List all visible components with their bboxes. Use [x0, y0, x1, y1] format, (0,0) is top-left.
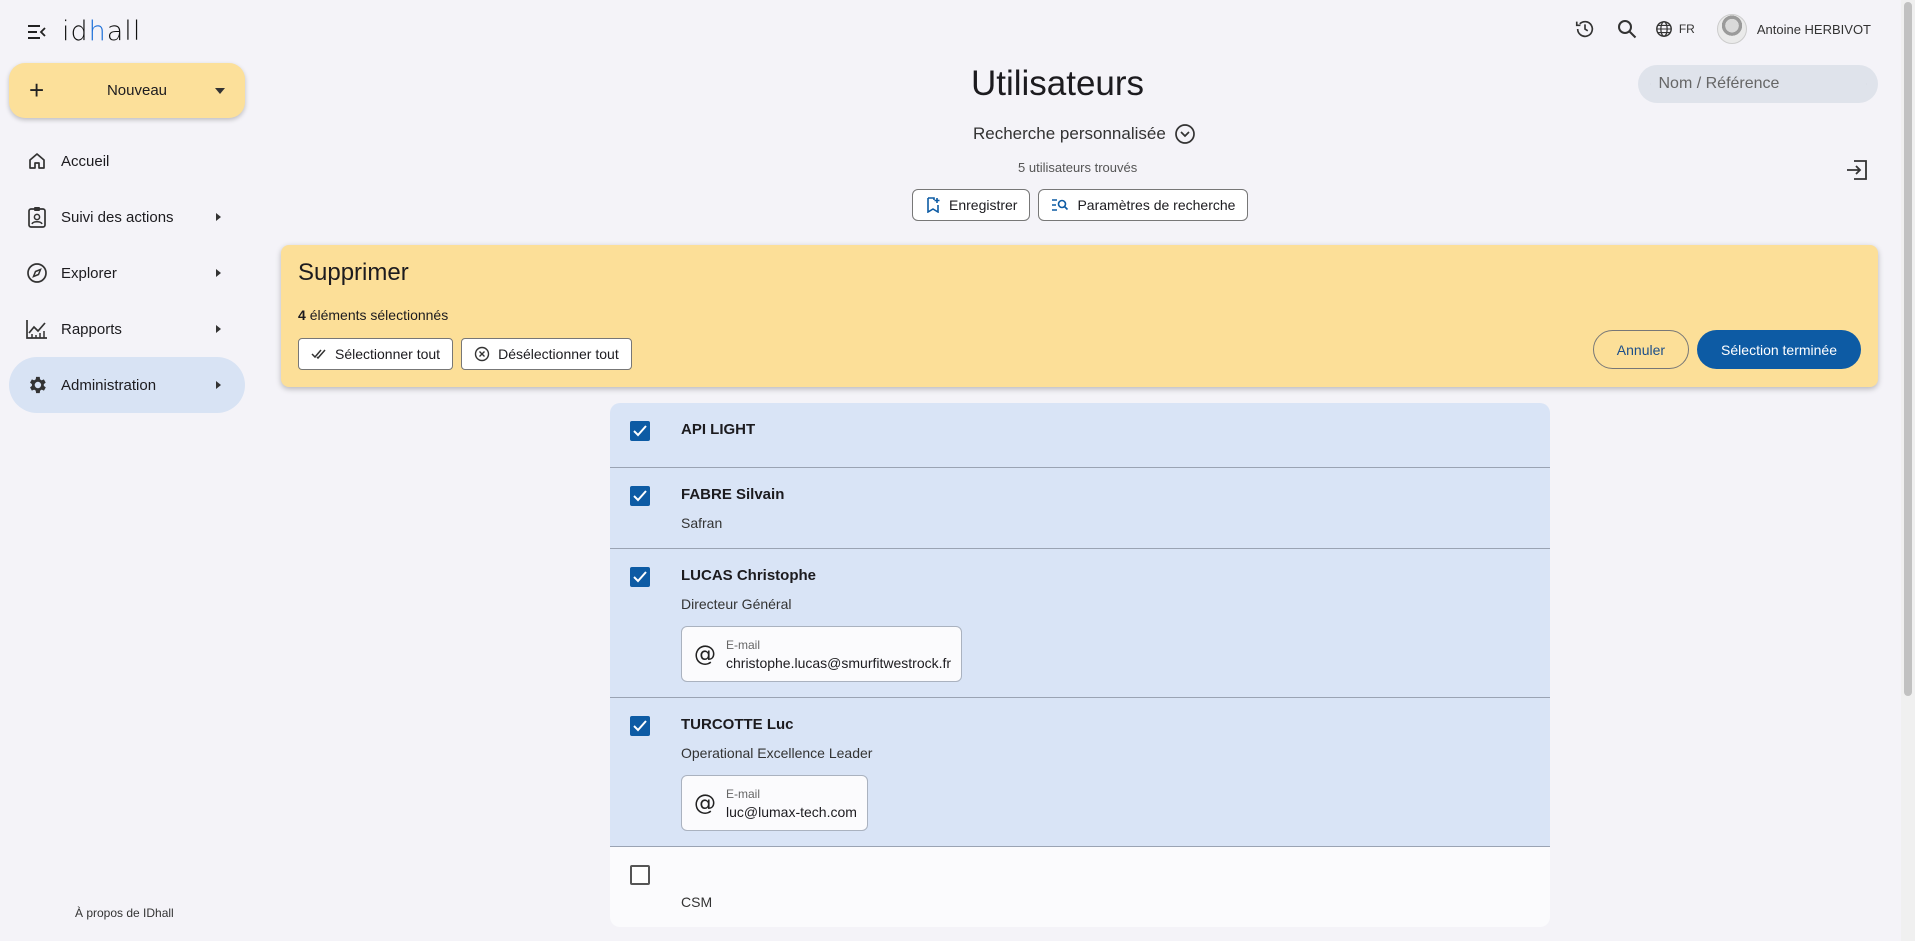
- select-all-label: Sélectionner tout: [335, 346, 441, 362]
- chart-icon: [25, 317, 49, 341]
- home-icon: [25, 149, 49, 173]
- check-icon: [633, 571, 647, 583]
- language-selector[interactable]: FR: [1655, 20, 1695, 38]
- results-count: 5 utilisateurs trouvés: [1018, 160, 1138, 175]
- user-subtitle: Safran: [681, 515, 723, 531]
- user-name: LUCAS Christophe: [681, 567, 816, 584]
- email-value: luc@lumax-tech.com: [726, 803, 857, 820]
- chevron-right-icon: [216, 381, 221, 389]
- select-all-button[interactable]: Sélectionner tout: [298, 338, 454, 370]
- email-chip[interactable]: @ E-mail christophe.lucas@smurfitwestroc…: [681, 626, 963, 682]
- sidebar-item-accueil[interactable]: Accueil: [9, 133, 245, 189]
- row-checkbox[interactable]: [630, 865, 650, 885]
- top-toolbar: FR Antoine HERBIVOT: [1571, 14, 1871, 44]
- double-check-icon: [311, 349, 326, 360]
- banner-actions: Annuler Sélection terminée: [1592, 330, 1861, 369]
- sidebar-item-administration[interactable]: Administration: [9, 357, 245, 413]
- list-item[interactable]: CSM: [610, 847, 1550, 927]
- check-icon: [633, 490, 647, 502]
- sidebar-item-label: Rapports: [61, 320, 122, 338]
- email-chip[interactable]: @ E-mail luc@lumax-tech.com: [681, 775, 868, 831]
- search-icon[interactable]: [1613, 15, 1641, 43]
- email-label: E-mail: [726, 786, 761, 801]
- delete-selection-banner: Supprimer 4 éléments sélectionnés Sélect…: [281, 245, 1878, 387]
- search-mode-label: Recherche personnalisée: [973, 124, 1166, 143]
- page-title: Utilisateurs: [970, 64, 1145, 103]
- bookmark-add-icon: [927, 197, 940, 213]
- email-value: christophe.lucas@smurfitwestrock.fr: [726, 654, 952, 671]
- globe-icon: [1655, 21, 1672, 37]
- sidebar-item-label: Accueil: [61, 152, 110, 170]
- user-name: FABRE Silvain: [681, 486, 785, 503]
- sidebar: idhall + Nouveau Accueil Suivi des actio…: [0, 0, 255, 941]
- gear-icon: [25, 373, 49, 397]
- save-search-label: Enregistrer: [949, 197, 1018, 213]
- scrollbar-thumb[interactable]: [1904, 2, 1912, 696]
- avatar: [1716, 14, 1747, 44]
- cancel-button[interactable]: Annuler: [1592, 330, 1690, 369]
- chevron-right-icon: [216, 269, 221, 277]
- user-name: API LIGHT: [681, 421, 756, 438]
- selected-count: 4 éléments sélectionnés: [298, 307, 449, 323]
- at-icon: @: [694, 790, 716, 816]
- save-search-button[interactable]: Enregistrer: [912, 189, 1031, 221]
- scrollbar[interactable]: [1901, 0, 1915, 941]
- user-subtitle: Operational Excellence Leader: [681, 745, 873, 761]
- search-params-label: Paramètres de recherche: [1077, 197, 1236, 213]
- history-icon[interactable]: [1571, 15, 1599, 43]
- language-label: FR: [1678, 22, 1695, 36]
- cancel-circle-icon: [474, 346, 490, 362]
- sidebar-nav: Accueil Suivi des actions Explorer Rappo…: [9, 133, 245, 413]
- list-item[interactable]: FABRE Silvain Safran: [610, 468, 1550, 549]
- email-label: E-mail: [726, 637, 761, 652]
- sidebar-item-explorer[interactable]: Explorer: [9, 245, 245, 301]
- selection-controls: Sélectionner tout Désélectionner tout: [298, 338, 632, 370]
- list-item[interactable]: TURCOTTE Luc Operational Excellence Lead…: [610, 698, 1550, 847]
- menu-collapse-icon[interactable]: [26, 21, 48, 43]
- search-mode-selector[interactable]: Recherche personnalisée: [973, 123, 1196, 145]
- app-brand: idhall: [26, 16, 141, 47]
- search-settings-icon: [1052, 199, 1069, 211]
- search-params-button[interactable]: Paramètres de recherche: [1038, 189, 1249, 221]
- user-subtitle: Directeur Général: [681, 596, 792, 612]
- deselect-all-label: Désélectionner tout: [498, 346, 619, 362]
- search-actions: Enregistrer Paramètres de recherche: [912, 189, 1249, 221]
- check-icon: [633, 425, 647, 437]
- clipboard-user-icon: [25, 205, 49, 229]
- compass-icon: [25, 261, 49, 285]
- sidebar-item-label: Suivi des actions: [61, 208, 174, 226]
- row-checkbox[interactable]: [630, 421, 650, 441]
- check-icon: [633, 720, 647, 732]
- user-name: Antoine HERBIVOT: [1756, 21, 1871, 37]
- sidebar-item-label: Explorer: [61, 264, 117, 282]
- row-checkbox[interactable]: [630, 486, 650, 506]
- user-name: TURCOTTE Luc: [681, 716, 794, 733]
- sidebar-item-label: Administration: [61, 376, 157, 394]
- deselect-all-button[interactable]: Désélectionner tout: [461, 338, 632, 370]
- list-item[interactable]: API LIGHT: [610, 403, 1550, 468]
- user-subtitle: CSM: [681, 894, 713, 910]
- chevron-down-circle-icon: [1174, 124, 1195, 144]
- sidebar-item-suivi-des-actions[interactable]: Suivi des actions: [9, 189, 245, 245]
- row-checkbox[interactable]: [630, 567, 650, 587]
- exit-selection-icon[interactable]: [1845, 159, 1871, 185]
- user-list: API LIGHT FABRE Silvain Safran LUCAS Chr…: [610, 403, 1550, 927]
- logo[interactable]: idhall: [62, 16, 141, 47]
- sidebar-item-rapports[interactable]: Rapports: [9, 301, 245, 357]
- chevron-right-icon: [216, 325, 221, 333]
- at-icon: @: [694, 641, 716, 667]
- user-menu[interactable]: Antoine HERBIVOT: [1716, 14, 1871, 44]
- banner-title: Supprimer: [298, 259, 409, 286]
- selection-done-button[interactable]: Sélection terminée: [1697, 330, 1861, 369]
- list-item[interactable]: LUCAS Christophe Directeur Général @ E-m…: [610, 549, 1550, 698]
- about-link[interactable]: À propos de IDhall: [75, 906, 174, 920]
- chevron-right-icon: [216, 213, 221, 221]
- row-checkbox[interactable]: [630, 716, 650, 736]
